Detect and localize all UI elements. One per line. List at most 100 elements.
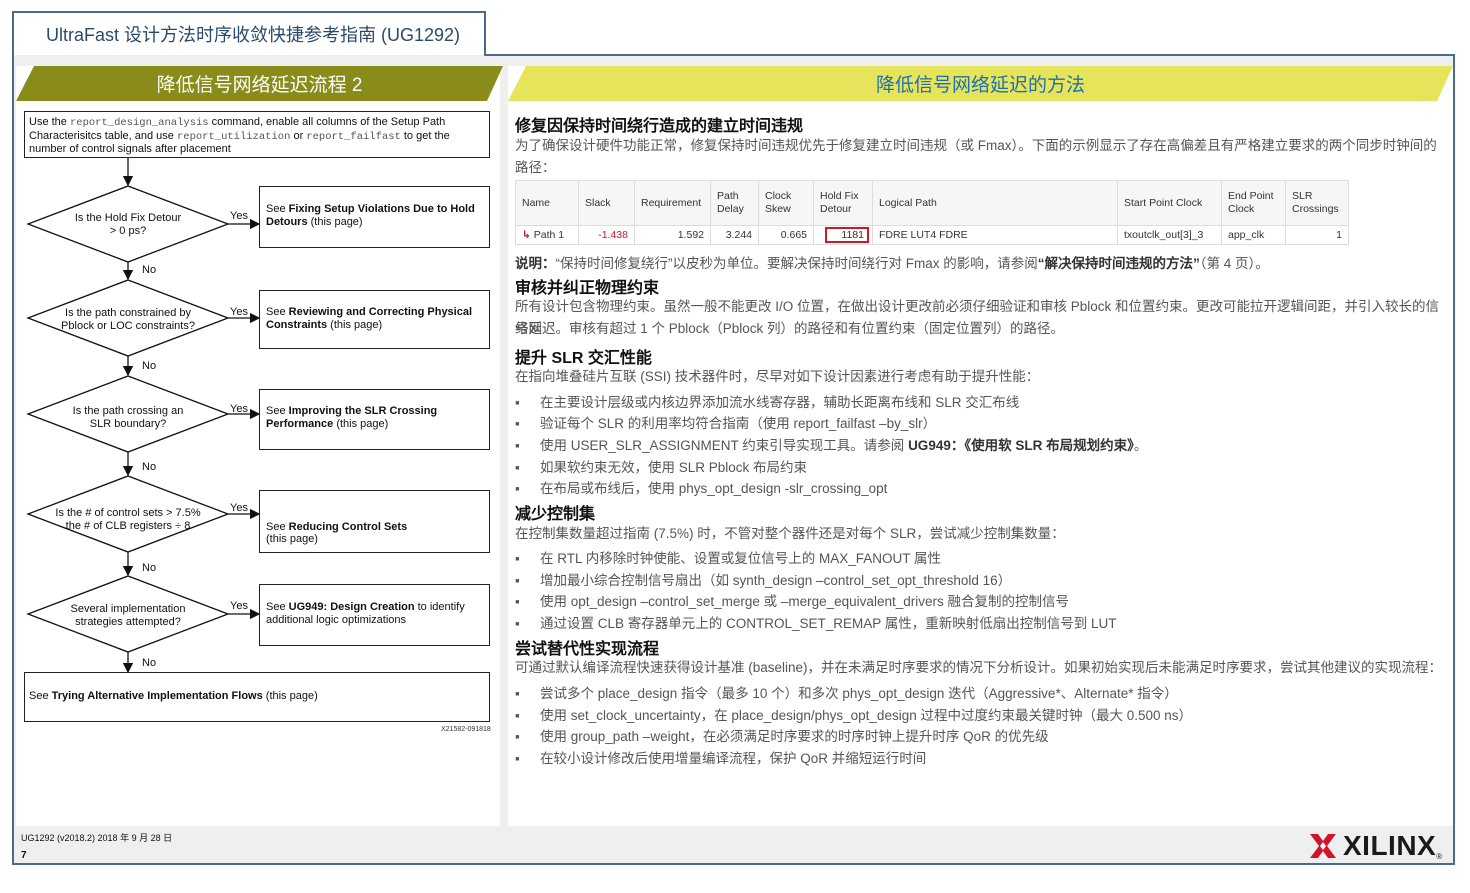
section-paragraph: 为了确保设计硬件功能正常，修复保持时间违规优先于修复建立时间违规（或 Fmax）…: [515, 138, 1437, 175]
xilinx-logo: XILINX ®: [1309, 830, 1444, 861]
list-item: ▪ 使用 USER_SLR_ASSIGNMENT 约束引导实现工具。请参阅 UG9…: [515, 434, 1147, 454]
yes-label: Yes: [230, 210, 248, 222]
command-code: report_utilization: [176, 130, 291, 143]
section-title-control-sets: 减少控制集: [515, 506, 596, 523]
bullet-icon: ▪: [515, 686, 520, 701]
note-link: “解决保持时间违规的方法”: [1037, 256, 1200, 271]
table-header: Slack: [578, 180, 635, 226]
result-text: See: [266, 306, 289, 318]
footer-doc-version: UG1292 (v2018.2) 2018 年 9 月 28 日: [21, 833, 173, 843]
table-header: Requirement: [634, 180, 711, 226]
bullet-icon: ▪: [515, 708, 520, 723]
bullet-icon: ▪: [515, 594, 520, 609]
timing-path-table: Name Slack Requirement Path Delay Clock …: [515, 180, 1349, 245]
section-paragraph: 可通过默认编译流程快速获得设计基准 (baseline)，并在未满足时序要求的情…: [515, 660, 1443, 675]
list-item-text: 增加最小综合控制信号扇出（如 synth_design –control_set…: [540, 573, 1012, 588]
no-label: No: [142, 360, 157, 372]
table-cell: 1.592: [634, 225, 711, 245]
table-cell-name: ↳ Path 1: [515, 225, 579, 245]
result-text: (this page): [307, 215, 363, 228]
yes-label: Yes: [230, 600, 248, 612]
result-link-title: Reducing Control Sets: [288, 520, 408, 533]
no-label: No: [142, 461, 157, 473]
list-item: ▪ 在较小设计修改后使用增量编译流程，保护 QoR 并缩短运行时间: [515, 747, 926, 767]
list-item: ▪ 如果软约束无效，使用 SLR Pblock 布局约束: [515, 456, 807, 476]
table-header: End Point Clock: [1221, 180, 1286, 226]
list-item-text: 尝试多个 place_design 指令（最多 10 个）和多次 phys_op…: [540, 686, 1178, 701]
list-item-text: 在 RTL 内移除时钟使能、设置或复位信号上的 MAX_FANOUT 属性: [540, 551, 942, 566]
intro-text: or: [290, 129, 307, 142]
result-box-ug949: See UG949: Design Creation to identify a…: [259, 584, 490, 646]
figure-id: X21582-091818: [441, 726, 491, 733]
bullet-icon: ▪: [515, 395, 520, 410]
list-item: ▪ 使用 group_path –weight，在必须满足时序要求的时序时钟上提升…: [515, 725, 1049, 745]
no-label: No: [142, 657, 157, 669]
note-text: （第 4 页）。: [1199, 256, 1269, 271]
table-header: Name: [515, 180, 579, 226]
table-cell: app_clk: [1221, 225, 1286, 245]
command-code: report_design_analysis: [69, 117, 209, 129]
list-item: ▪ 尝试多个 place_design 指令（最多 10 个）和多次 phys_o…: [515, 682, 1178, 702]
table-header: Hold Fix Detour: [813, 180, 873, 226]
bullet-icon: ▪: [515, 551, 520, 566]
section-paragraph: 络延迟。审核有超过 1 个 Pblock（Pblock 列）的路径和有位置约束（…: [515, 321, 1065, 336]
table-header: Logical Path: [872, 180, 1118, 226]
list-item: ▪ 通过设置 CLB 寄存器单元上的 CONTROL_SET_REMAP 属性，重…: [515, 612, 1117, 632]
list-item-text: 通过设置 CLB 寄存器单元上的 CONTROL_SET_REMAP 属性，重新…: [540, 616, 1117, 631]
table-header: Start Point Clock: [1117, 180, 1222, 226]
decision-label: Is the Hold Fix Detour > 0 ps?: [74, 212, 182, 237]
section-paragraph: 在指向堆叠硅片互联 (SSI) 技术器件时，尽早对如下设计因素进行考虑有助于提升…: [515, 369, 1040, 384]
logo-trademark: ®: [1436, 852, 1443, 861]
result-text: See: [266, 601, 289, 613]
right-section-banner: 降低信号网络延迟的方法: [508, 66, 1453, 101]
list-item: ▪ 在 RTL 内移除时钟使能、设置或复位信号上的 MAX_FANOUT 属性: [515, 547, 941, 567]
table-cell: FDRE LUT4 FDRE: [872, 225, 1118, 245]
table-cell: 0.665: [758, 225, 814, 245]
list-item-text: 使用 group_path –weight，在必须满足时序要求的时序时钟上提升时…: [540, 729, 1049, 744]
result-link-title: Trying Alternative Implementation Flows: [51, 690, 263, 702]
list-item: ▪ 在主要设计层级或内核边界添加流水线寄存器，辅助长距离布线和 SLR 交汇布线: [515, 391, 1019, 411]
section-title-alternative-flows: 尝试替代性实现流程: [515, 641, 660, 658]
result-link-title: UG949: Design Creation: [288, 601, 415, 613]
list-item-text: 验证每个 SLR 的利用率均符合指南（使用 report_failfast –b…: [540, 416, 937, 431]
xilinx-mark-icon: [1310, 834, 1336, 858]
footer-page-number: 7: [21, 850, 27, 861]
result-link-title: Fixing Setup Violations Due to Hold Deto…: [266, 203, 475, 228]
list-item-text: 使用 USER_SLR_ASSIGNMENT 约束引导实现工具。请参阅: [540, 438, 909, 453]
result-text: See: [266, 520, 289, 533]
list-item-text: 在较小设计修改后使用增量编译流程，保护 QoR 并缩短运行时间: [540, 751, 927, 766]
yes-label: Yes: [230, 502, 248, 514]
table-header: Path Delay: [710, 180, 759, 226]
bullet-icon: ▪: [515, 416, 520, 431]
result-box-hold-detours: See Fixing Setup Violations Due to Hold …: [259, 186, 490, 248]
yes-label: Yes: [230, 306, 248, 318]
path-arrow-icon: ↳: [522, 229, 531, 241]
section-title-physical-constraints: 审核并纠正物理约束: [515, 280, 660, 297]
bullet-icon: ▪: [515, 573, 520, 588]
table-cell-slack: -1.438: [578, 225, 635, 245]
decision-label: Is the path crossing an SLR boundary?: [72, 405, 184, 430]
section-title-hold-detour: 修复因保持时间绕行造成的建立时间违规: [515, 118, 804, 135]
frame-top-line: [484, 54, 1455, 56]
command-code: report_failfast: [306, 130, 401, 143]
table-cell: 1: [1285, 225, 1349, 245]
result-box-slr-crossing: See Improving the SLR Crossing Performan…: [259, 389, 490, 450]
list-item-text: 使用 set_clock_uncertainty，在 place_design/…: [540, 708, 1193, 723]
list-item: ▪ 增加最小综合控制信号扇出（如 synth_design –control_se…: [515, 569, 1011, 589]
list-item-text: 在主要设计层级或内核边界添加流水线寄存器，辅助长距离布线和 SLR 交汇布线: [540, 395, 1020, 410]
table-row[interactable]: ↳ Path 1 -1.438 1.592 3.244 0.665 1181 F…: [515, 225, 1349, 245]
list-item-text: 。: [1133, 438, 1148, 453]
yes-label: Yes: [230, 403, 248, 415]
result-text: See: [266, 203, 289, 215]
list-item: ▪ 验证每个 SLR 的利用率均符合指南（使用 report_failfast –…: [515, 412, 936, 432]
decision-label: Is the # of control sets > 7.5% the # of…: [55, 507, 201, 532]
result-text: See: [266, 405, 289, 417]
table-header: SLR Crossings: [1285, 180, 1349, 226]
path-name: Path 1: [533, 229, 565, 241]
decision-label: Is the path constrained by Pblock or LOC…: [61, 307, 195, 332]
no-label: No: [142, 562, 157, 574]
bullet-icon: ▪: [515, 460, 520, 475]
bullet-icon: ▪: [515, 729, 520, 744]
table-cell: 3.244: [710, 225, 759, 245]
bullet-icon: ▪: [515, 751, 520, 766]
